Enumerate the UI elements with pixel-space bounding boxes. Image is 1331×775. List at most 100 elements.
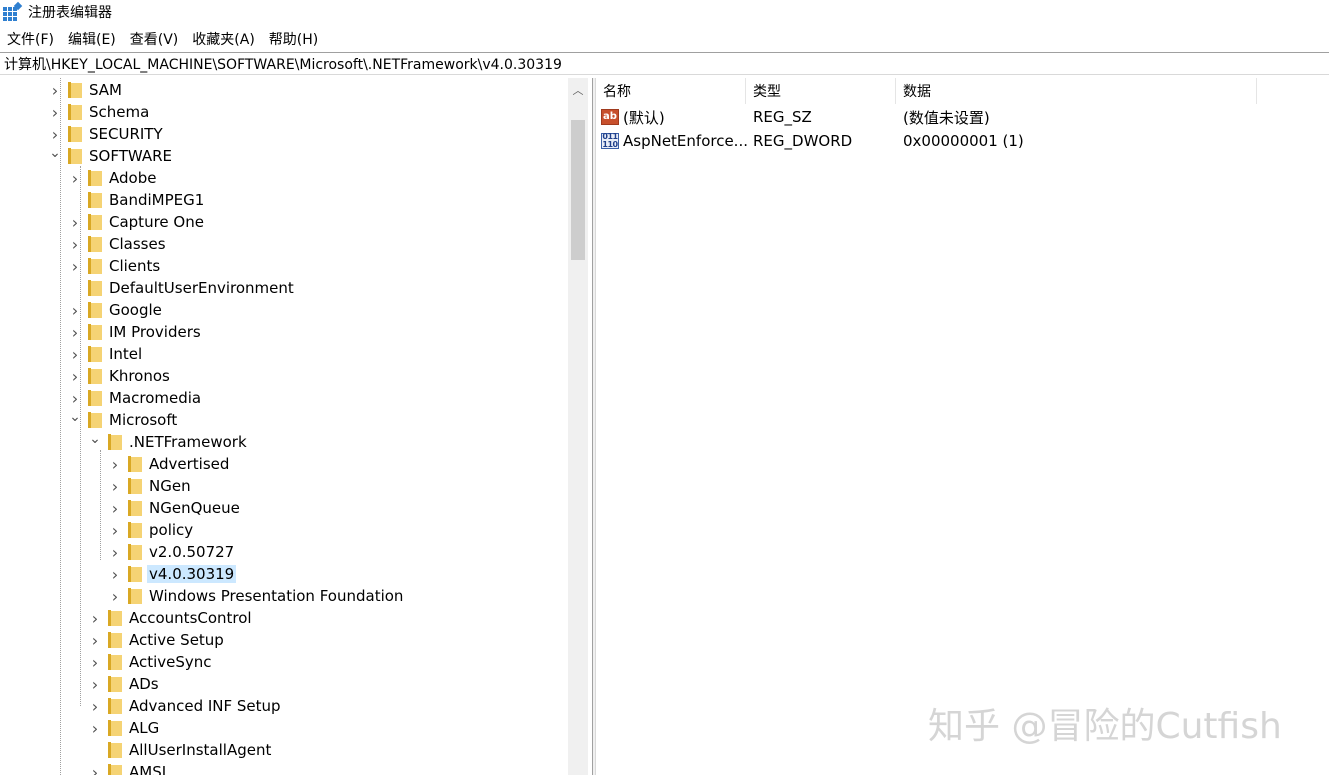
tree-node-label[interactable]: Active Setup [129, 631, 224, 649]
column-header-data[interactable]: 数据 [896, 78, 1257, 104]
chevron-right-icon[interactable]: › [89, 607, 101, 629]
chevron-right-icon[interactable]: › [69, 299, 81, 321]
tree-node-windows-presentation-foundation[interactable]: › Windows Presentation Foundation [109, 585, 404, 607]
address-path[interactable]: 计算机\HKEY_LOCAL_MACHINE\SOFTWARE\Microsof… [4, 54, 562, 74]
tree-node-label[interactable]: Advertised [149, 455, 229, 473]
tree-node-policy[interactable]: › policy [109, 519, 193, 541]
chevron-down-icon[interactable]: ⌄ [69, 409, 81, 431]
chevron-right-icon[interactable]: › [49, 79, 61, 101]
chevron-right-icon[interactable]: › [69, 343, 81, 365]
scrollbar-thumb[interactable] [571, 120, 585, 260]
tree-node-advanced-inf-setup[interactable]: › Advanced INF Setup [89, 695, 281, 717]
tree-node-label[interactable]: ALG [129, 719, 159, 737]
chevron-right-icon[interactable]: › [109, 585, 121, 607]
tree-node-clients[interactable]: › Clients [69, 255, 160, 277]
tree-node-label[interactable]: Capture One [109, 213, 204, 231]
tree-node-advertised[interactable]: › Advertised [109, 453, 230, 475]
tree-node-capture-one[interactable]: › Capture One [69, 211, 204, 233]
tree-node-label[interactable]: Microsoft [109, 411, 177, 429]
chevron-right-icon[interactable]: › [69, 387, 81, 409]
column-header-type[interactable]: 类型 [746, 78, 896, 104]
chevron-right-icon[interactable]: › [49, 101, 61, 123]
chevron-right-icon[interactable]: › [89, 761, 101, 775]
tree-node-label[interactable]: v4.0.30319 [147, 565, 237, 583]
chevron-right-icon[interactable]: › [69, 255, 81, 277]
chevron-right-icon[interactable]: › [89, 651, 101, 673]
tree-node-macromedia[interactable]: › Macromedia [69, 387, 201, 409]
tree-node-classes[interactable]: › Classes [69, 233, 166, 255]
value-row[interactable]: 011 110 AspNetEnforce... REG_DWORD 0x0000… [596, 129, 1296, 153]
chevron-right-icon[interactable]: › [69, 321, 81, 343]
tree-node-label[interactable]: ActiveSync [129, 653, 212, 671]
menu-favorites[interactable]: 收藏夹(A) [185, 29, 262, 49]
chevron-right-icon[interactable]: › [89, 629, 101, 651]
menu-edit[interactable]: 编辑(E) [61, 29, 123, 49]
chevron-right-icon[interactable]: › [109, 453, 121, 475]
chevron-right-icon[interactable]: › [69, 211, 81, 233]
tree-node-netframework[interactable]: ⌄ .NETFramework [89, 431, 247, 453]
value-row[interactable]: ab (默认) REG_SZ (数值未设置) [596, 105, 1296, 129]
tree-node-label[interactable]: Advanced INF Setup [129, 697, 281, 715]
tree-node-alluserinstallagent[interactable]: AllUserInstallAgent [89, 739, 271, 761]
tree-node-label[interactable]: policy [149, 521, 193, 539]
tree-node-label[interactable]: NGen [149, 477, 191, 495]
chevron-right-icon[interactable]: › [89, 695, 101, 717]
scroll-up-icon[interactable]: ︿ [568, 78, 588, 102]
chevron-right-icon[interactable]: › [89, 717, 101, 739]
tree-node-label[interactable]: ADs [129, 675, 159, 693]
tree-node-label[interactable]: v2.0.50727 [149, 543, 234, 561]
tree-node-activesync[interactable]: › ActiveSync [89, 651, 212, 673]
tree-node-software[interactable]: ⌄ SOFTWARE [49, 145, 172, 167]
values-list[interactable]: 名称 类型 数据 ab (默认) REG_SZ (数值未设置) 011 110 A… [596, 78, 1331, 775]
chevron-down-icon[interactable]: ⌄ [49, 145, 61, 167]
tree-node-label[interactable]: Khronos [109, 367, 170, 385]
tree-node-im-providers[interactable]: › IM Providers [69, 321, 201, 343]
tree-node-label[interactable]: SOFTWARE [89, 147, 172, 165]
tree-node-label[interactable]: AMSI [129, 763, 166, 775]
chevron-down-icon[interactable]: ⌄ [89, 431, 101, 453]
tree-node-label[interactable]: Windows Presentation Foundation [149, 587, 403, 605]
tree-node-label[interactable]: AccountsControl [129, 609, 252, 627]
chevron-right-icon[interactable]: › [69, 233, 81, 255]
tree-node-label[interactable]: IM Providers [109, 323, 201, 341]
tree-node-label[interactable]: Adobe [109, 169, 156, 187]
tree-node-label[interactable]: Google [109, 301, 162, 319]
tree-node-microsoft[interactable]: ⌄ Microsoft [69, 409, 177, 431]
tree-node-label[interactable]: Schema [89, 103, 149, 121]
tree-scrollbar[interactable]: ︿ [568, 78, 588, 775]
tree-node-google[interactable]: › Google [69, 299, 162, 321]
tree-node-security[interactable]: › SECURITY [49, 123, 163, 145]
registry-tree[interactable]: › SAM › Schema › SECURITY ⌄ SOFTWARE › Adobe Bandi… [0, 78, 568, 775]
tree-node-ads[interactable]: › ADs [89, 673, 159, 695]
tree-node-adobe[interactable]: › Adobe [69, 167, 157, 189]
tree-node-active-setup[interactable]: › Active Setup [89, 629, 224, 651]
tree-node-schema[interactable]: › Schema [49, 101, 150, 123]
tree-node-sam[interactable]: › SAM [49, 79, 122, 101]
tree-node-label[interactable]: SECURITY [89, 125, 163, 143]
chevron-right-icon[interactable]: › [69, 365, 81, 387]
chevron-right-icon[interactable]: › [109, 475, 121, 497]
tree-node-label[interactable]: SAM [89, 81, 122, 99]
tree-node-ngenqueue[interactable]: › NGenQueue [109, 497, 240, 519]
tree-node-v2-0-50727[interactable]: › v2.0.50727 [109, 541, 234, 563]
tree-node-amsi[interactable]: › AMSI [89, 761, 166, 775]
chevron-right-icon[interactable]: › [109, 563, 121, 585]
chevron-right-icon[interactable]: › [49, 123, 61, 145]
column-header-name[interactable]: 名称 [596, 78, 746, 104]
tree-node-label[interactable]: AllUserInstallAgent [129, 741, 271, 759]
tree-node-ngen[interactable]: › NGen [109, 475, 191, 497]
chevron-right-icon[interactable]: › [69, 167, 81, 189]
tree-node-defaultuserenvironment[interactable]: DefaultUserEnvironment [69, 277, 294, 299]
tree-node-label[interactable]: .NETFramework [129, 433, 247, 451]
tree-node-label[interactable]: NGenQueue [149, 499, 240, 517]
address-bar[interactable]: 计算机\HKEY_LOCAL_MACHINE\SOFTWARE\Microsof… [0, 52, 1329, 75]
tree-node-accountscontrol[interactable]: › AccountsControl [89, 607, 252, 629]
tree-node-label[interactable]: Intel [109, 345, 142, 363]
tree-node-intel[interactable]: › Intel [69, 343, 142, 365]
chevron-right-icon[interactable]: › [109, 519, 121, 541]
tree-node-label[interactable]: Classes [109, 235, 166, 253]
tree-node-v4-0-30319[interactable]: › v4.0.30319 [109, 563, 237, 585]
menu-view[interactable]: 查看(V) [123, 29, 186, 49]
chevron-right-icon[interactable]: › [109, 541, 121, 563]
chevron-right-icon[interactable]: › [89, 673, 101, 695]
